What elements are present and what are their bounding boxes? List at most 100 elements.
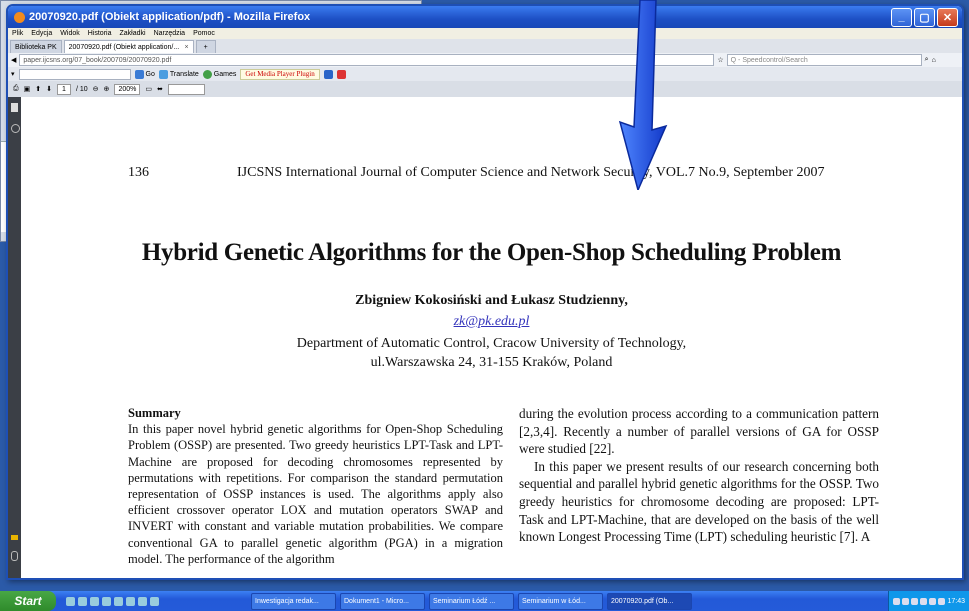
- right-column: during the evolution process according t…: [519, 405, 879, 546]
- affiliation: Department of Automatic Control, Cracow …: [21, 334, 962, 372]
- tab-pdf[interactable]: 20070920.pdf (Obiekt application/... ×: [63, 40, 194, 53]
- menu-history[interactable]: Historia: [88, 30, 112, 37]
- menu-file[interactable]: Plik: [12, 30, 23, 37]
- quick-launch: [66, 596, 159, 606]
- translate-label: Translate: [169, 70, 199, 78]
- tray-icon[interactable]: [929, 597, 937, 605]
- go-button[interactable]: Go: [134, 69, 155, 79]
- taskbar-item[interactable]: Dokument1 - Micro...: [340, 592, 425, 610]
- firefox-icon: [14, 11, 25, 23]
- back-icon[interactable]: ◀: [11, 56, 16, 64]
- games-button[interactable]: Games: [202, 69, 237, 79]
- save-icon[interactable]: ▣: [24, 85, 31, 93]
- tray-icon[interactable]: [938, 597, 946, 605]
- tab-bookmark[interactable]: Biblioteka PK: [10, 40, 62, 53]
- zoom-select[interactable]: 200%: [114, 83, 141, 95]
- zoom-out-icon[interactable]: ⊖: [93, 85, 99, 93]
- page-number: 136: [128, 165, 149, 180]
- navigation-bar: ◀ paper.ijcsns.org/07_book/200709/200709…: [8, 53, 962, 67]
- search-icon[interactable]: ⌕: [925, 56, 929, 64]
- quicklaunch-icon-4[interactable]: [102, 596, 111, 606]
- menu-bar: Plik Edycja Widok Historia Zakładki Narz…: [8, 28, 962, 39]
- quicklaunch-icon-3[interactable]: [90, 596, 99, 606]
- print-icon[interactable]: ⎙: [13, 85, 19, 93]
- toolbar-search-input[interactable]: [18, 68, 131, 80]
- close-button[interactable]: ✕: [937, 7, 958, 27]
- comments-icon[interactable]: [11, 535, 18, 540]
- pdf-viewer: 136 IJCSNS International Journal of Comp…: [8, 97, 962, 578]
- arrow-annotation-icon: [618, 0, 668, 190]
- menu-tools[interactable]: Narzędzia: [154, 30, 186, 37]
- tray-icon[interactable]: [893, 597, 901, 605]
- go-label: Go: [145, 70, 155, 78]
- start-button[interactable]: Start: [0, 591, 56, 611]
- prev-page-icon[interactable]: ⬆: [35, 85, 41, 93]
- tray-icon[interactable]: [920, 597, 928, 605]
- paper-title: Hybrid Genetic Algorithms for the Open-S…: [141, 239, 842, 266]
- quicklaunch-icon-6[interactable]: [126, 596, 135, 606]
- page-number-input[interactable]: 1: [56, 83, 71, 95]
- quicklaunch-icon-2[interactable]: [78, 596, 87, 606]
- taskbar-item[interactable]: Seminarium Łódź ...: [429, 592, 514, 610]
- menu-edit[interactable]: Edycja: [31, 30, 52, 37]
- journal-title: IJCSNS International Journal of Computer…: [237, 165, 825, 180]
- search-input[interactable]: Q - Speedcontrol/Search: [726, 54, 922, 66]
- summary-text: In this paper novel hybrid genetic algor…: [128, 422, 503, 566]
- zoom-in-icon[interactable]: ⊕: [104, 85, 110, 93]
- taskbar-item[interactable]: Seminarium w Łód...: [518, 592, 603, 610]
- taskbar: Start Inwestigacja redak... Dokument1 - …: [0, 591, 969, 611]
- next-page-icon[interactable]: ⬇: [46, 85, 52, 93]
- star-icon[interactable]: ☆: [717, 56, 723, 64]
- affiliation-line-2: ul.Warszawska 24, 31-155 Kraków, Poland: [370, 355, 613, 370]
- quicklaunch-icon-1[interactable]: [66, 596, 75, 606]
- attachments-icon[interactable]: [11, 124, 20, 133]
- clock[interactable]: 17:43: [947, 598, 965, 605]
- translate-button[interactable]: Translate: [158, 69, 199, 79]
- media-player-plugin-button[interactable]: Get Media Player Plugin: [240, 68, 320, 80]
- addon-toolbar: ▾ Go Translate Games Get Media Player Pl…: [8, 67, 962, 81]
- paper-authors: Zbigniew Kokosiński and Łukasz Studzienn…: [355, 293, 628, 308]
- fit-page-icon[interactable]: ▭: [145, 85, 152, 93]
- quicklaunch-icon-8[interactable]: [150, 596, 159, 606]
- menu-help[interactable]: Pomoc: [193, 30, 215, 37]
- menu-bookmarks[interactable]: Zakładki: [119, 30, 145, 37]
- author-email-link[interactable]: zk@pk.edu.pl: [21, 314, 962, 330]
- affiliation-line-1: Department of Automatic Control, Cracow …: [296, 336, 687, 351]
- go-icon: [134, 69, 144, 79]
- taskbar-item-active[interactable]: 20070920.pdf (Ob...: [607, 592, 692, 610]
- tab-bar: Biblioteka PK 20070920.pdf (Obiekt appli…: [8, 39, 962, 53]
- right-paragraph-1: during the evolution process according t…: [519, 406, 879, 457]
- pdf-page[interactable]: 136 IJCSNS International Journal of Comp…: [21, 97, 962, 578]
- tab-pdf-label: 20070920.pdf (Obiekt application/...: [68, 43, 180, 51]
- find-input[interactable]: [167, 83, 205, 95]
- youtube-icon[interactable]: [336, 69, 346, 79]
- tray-icon[interactable]: [911, 597, 919, 605]
- toolbar-icon[interactable]: ▾: [11, 70, 15, 78]
- quicklaunch-icon-5[interactable]: [114, 596, 123, 606]
- menu-view[interactable]: Widok: [60, 30, 79, 37]
- taskbar-item[interactable]: Inwestigacja redak...: [251, 592, 336, 610]
- home-icon[interactable]: ⌂: [932, 57, 936, 64]
- games-icon: [202, 69, 212, 79]
- minimize-button[interactable]: _: [891, 7, 912, 27]
- new-tab-button[interactable]: +: [195, 40, 216, 53]
- translate-icon: [158, 69, 168, 79]
- paperclip-icon[interactable]: [11, 551, 18, 561]
- quicklaunch-icon-7[interactable]: [138, 596, 147, 606]
- pdf-sidebar: [8, 97, 21, 578]
- right-paragraph-2: In this paper we present results of our …: [519, 458, 879, 545]
- pdf-toolbar: ⎙ ▣ ⬆ ⬇ 1 / 10 ⊖ ⊕ 200% ▭ ⬌: [8, 81, 962, 98]
- tab-bookmark-label: Biblioteka PK: [15, 43, 57, 51]
- tray-icon[interactable]: [902, 597, 910, 605]
- url-input[interactable]: paper.ijcsns.org/07_book/200709/20070920…: [19, 54, 715, 66]
- summary-heading: Summary: [128, 406, 181, 420]
- games-label: Games: [213, 70, 237, 78]
- close-tab-icon[interactable]: ×: [185, 44, 189, 51]
- windows-icon[interactable]: [323, 69, 333, 79]
- title-bar[interactable]: 20070920.pdf (Obiekt application/pdf) - …: [8, 6, 962, 28]
- browser-window: 20070920.pdf (Obiekt application/pdf) - …: [6, 4, 964, 580]
- maximize-button[interactable]: ▢: [914, 7, 935, 27]
- summary-column: Summary In this paper novel hybrid genet…: [128, 405, 503, 567]
- fit-width-icon[interactable]: ⬌: [157, 85, 163, 93]
- pages-icon[interactable]: [11, 103, 18, 112]
